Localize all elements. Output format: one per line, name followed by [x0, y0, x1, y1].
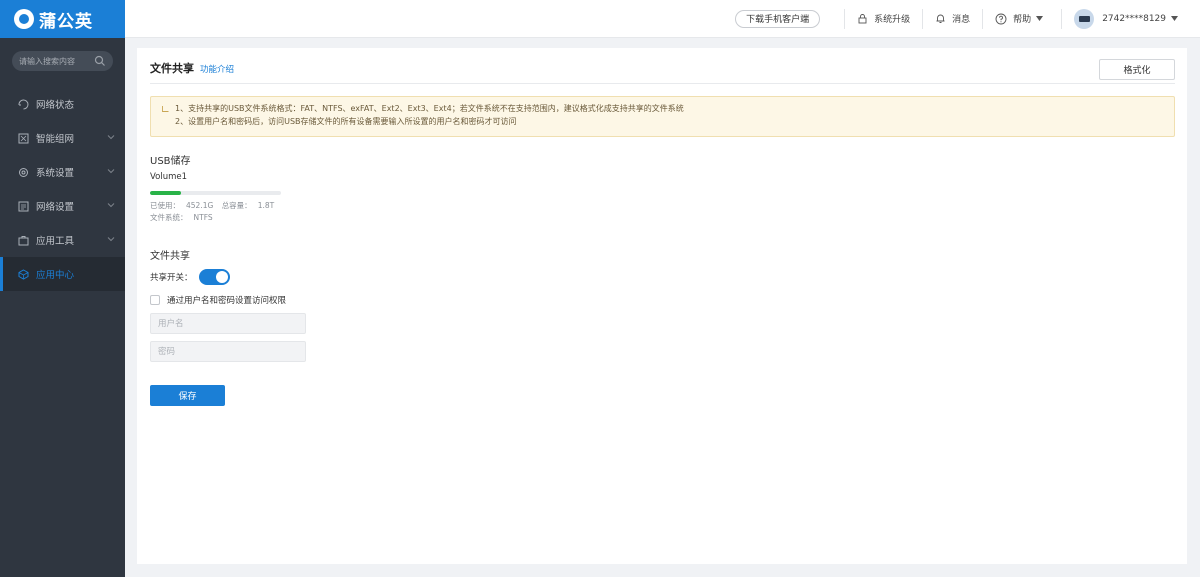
storage-usage-fill: [150, 191, 182, 195]
sidebar-item-label: 应用工具: [36, 236, 75, 247]
volume-name: Volume1: [150, 172, 188, 182]
download-app-button[interactable]: 下载手机客户端: [735, 9, 821, 28]
sidebar-item-app-center[interactable]: 应用中心: [0, 257, 125, 291]
divider: [150, 83, 1175, 84]
divider: [1061, 8, 1063, 29]
messages-label: 消息: [952, 15, 971, 25]
top-bar: 下载手机客户端 系统升级 消息 帮助 2742****8129: [125, 0, 1200, 38]
messages-button[interactable]: 消息: [935, 12, 970, 25]
sidebar-item-label: 网络设置: [36, 202, 75, 213]
sidebar-item-app-tools[interactable]: 应用工具: [0, 223, 125, 257]
sidebar-item-smart-network[interactable]: 智能组网: [0, 121, 125, 155]
sidebar-item-network-settings[interactable]: 网络设置: [0, 189, 125, 223]
file-sharing-panel: 文件共享 功能介绍 格式化 1、支持共享的USB文件系统格式：FAT、NTFS、…: [137, 48, 1187, 564]
share-switch-label: 共享开关：: [150, 273, 193, 283]
divider: [922, 8, 924, 29]
auth-checkbox-label: 通过用户名和密码设置访问权限: [167, 296, 287, 306]
help-menu[interactable]: 帮助: [995, 12, 1049, 25]
sidebar-menu: 网络状态 智能组网 系统设置 网络设置 应用工具 应用中心: [0, 87, 125, 291]
auth-checkbox[interactable]: [150, 295, 160, 305]
toolbox-icon: [18, 235, 29, 245]
chevron-down-icon: [107, 203, 115, 208]
chevron-down-icon: [107, 237, 115, 242]
network-settings-icon: [18, 201, 29, 211]
auth-checkbox-row: 通过用户名和密码设置访问权限: [150, 294, 286, 306]
notice-line-1: 1、支持共享的USB文件系统格式：FAT、NTFS、exFAT、Ext2、Ext…: [161, 102, 1174, 115]
usb-storage-heading: USB储存: [150, 156, 191, 167]
password-field[interactable]: [150, 341, 306, 362]
dandelion-logo-icon: [14, 9, 34, 29]
divider: [844, 8, 846, 29]
notice-text-1: 1、支持共享的USB文件系统格式：FAT、NTFS、exFAT、Ext2、Ext…: [175, 104, 684, 113]
notice-box: 1、支持共享的USB文件系统格式：FAT、NTFS、exFAT、Ext2、Ext…: [150, 96, 1175, 137]
notice-text-2: 2、设置用户名和密码后，访问USB存储文件的所有设备需要输入所设置的用户名和密码…: [175, 117, 517, 126]
chevron-down-icon: [107, 169, 115, 174]
upgrade-lock-icon: [858, 14, 867, 24]
share-switch-row: 共享开关：: [150, 269, 230, 285]
storage-usage-bar: [150, 191, 281, 195]
username-field[interactable]: [150, 313, 306, 334]
system-upgrade-label: 系统升级: [874, 15, 911, 25]
brand-name: 蒲公英: [39, 11, 93, 32]
share-toggle[interactable]: [198, 269, 230, 285]
info-icon: [162, 105, 169, 112]
system-upgrade-button[interactable]: 系统升级: [857, 12, 910, 25]
filesystem-label: 文件系统：: [150, 213, 188, 222]
sidebar-item-network-status[interactable]: 网络状态: [0, 87, 125, 121]
network-status-icon: [18, 99, 29, 109]
search-icon[interactable]: [94, 55, 106, 67]
sidebar-item-label: 智能组网: [36, 134, 75, 145]
sidebar-item-label: 应用中心: [36, 270, 75, 281]
help-circle-icon: [995, 13, 1007, 24]
chevron-down-icon: [107, 135, 115, 140]
app-center-icon: [18, 268, 29, 280]
format-button[interactable]: 格式化: [1099, 59, 1175, 80]
brand-logo[interactable]: 蒲公英: [0, 0, 125, 38]
file-sharing-heading: 文件共享: [150, 251, 190, 262]
sidebar-item-label: 网络状态: [36, 100, 75, 111]
bell-icon: [936, 14, 945, 23]
user-id-label: 2742****8129: [1102, 13, 1166, 24]
smart-network-icon: [18, 133, 29, 143]
gear-icon: [19, 167, 28, 177]
sidebar-item-system-settings[interactable]: 系统设置: [0, 155, 125, 189]
filesystem-value: NTFS: [193, 213, 213, 222]
used-label: 已使用：: [150, 201, 180, 210]
used-value: 452.1G: [186, 201, 214, 210]
page-title: 文件共享: [150, 62, 194, 75]
sidebar-item-label: 系统设置: [36, 168, 75, 179]
caret-down-icon: [1171, 16, 1178, 21]
panel-header: 文件共享 功能介绍: [150, 60, 234, 76]
feature-intro-link[interactable]: 功能介绍: [200, 63, 234, 75]
total-label: 总容量：: [221, 201, 252, 210]
filesystem-stats: 文件系统： NTFS: [150, 212, 219, 223]
save-button[interactable]: 保存: [150, 385, 225, 406]
sidebar: 蒲公英 网络状态 智能组网 系统设置 网络设置 应用工具: [0, 0, 125, 577]
user-menu[interactable]: 2742****8129: [1074, 8, 1184, 29]
storage-usage-stats: 已使用： 452.1G 总容量： 1.8T: [150, 200, 280, 211]
divider: [982, 8, 984, 29]
avatar: [1074, 8, 1095, 29]
help-label: 帮助: [1013, 15, 1032, 25]
total-value: 1.8T: [257, 201, 275, 210]
sidebar-search-input[interactable]: [19, 56, 94, 66]
sidebar-search: [12, 51, 113, 71]
caret-down-icon: [1036, 16, 1044, 21]
